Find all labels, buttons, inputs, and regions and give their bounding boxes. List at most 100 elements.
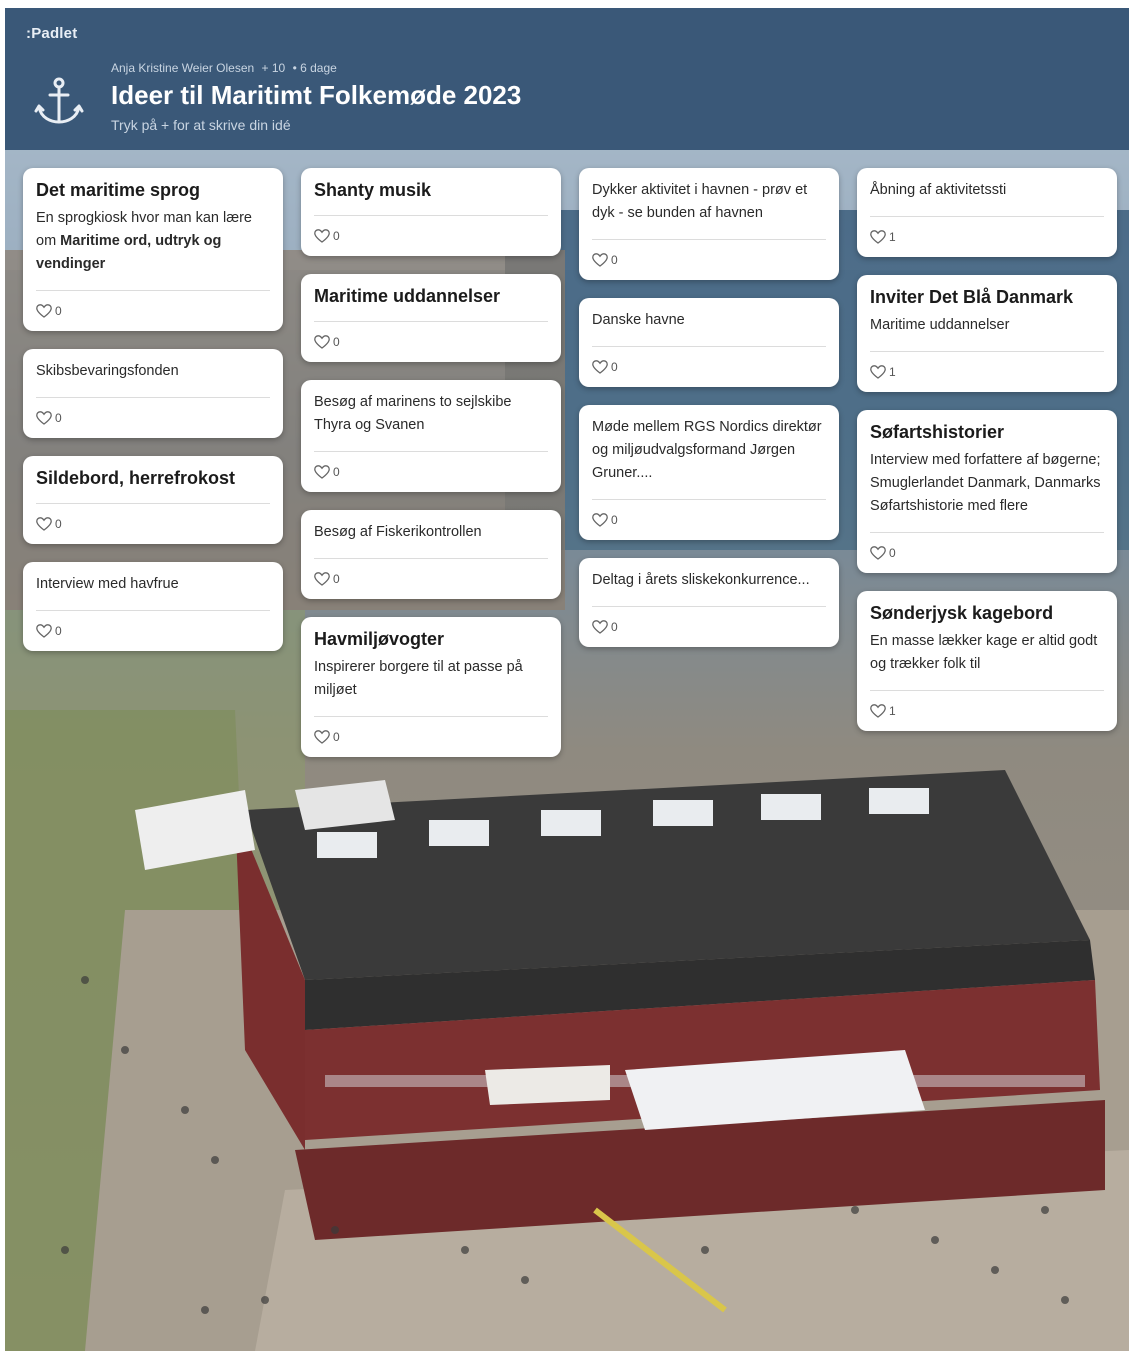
column-1: Det maritime sprog En sprogkiosk hvor man… (23, 168, 283, 669)
post-card[interactable]: Danske havne 0 (579, 298, 839, 387)
heart-icon[interactable] (870, 230, 886, 244)
heart-icon[interactable] (314, 730, 330, 744)
post-card[interactable]: Det maritime sprog En sprogkiosk hvor man… (23, 168, 283, 331)
post-body-text: Danske havne (592, 312, 685, 328)
post-body: Inspirerer borgere til at passe på miljø… (314, 656, 548, 702)
post-title: Havmiljøvogter (314, 629, 445, 649)
heart-icon[interactable] (314, 465, 330, 479)
post-body: Interview med havfrue (36, 573, 270, 596)
post-card[interactable]: Dykker aktivitet i havnen - prøv et dyk … (579, 168, 839, 280)
post-card[interactable]: Sildebord, herrefrokost 0 (23, 456, 283, 544)
like-count: 0 (55, 304, 62, 318)
heart-icon[interactable] (592, 360, 608, 374)
anchor-icon (34, 77, 84, 124)
like-count: 0 (333, 730, 340, 744)
like-count: 0 (611, 513, 618, 527)
post-footer: 0 (870, 532, 1104, 573)
post-title: Maritime uddannelser (314, 286, 501, 306)
padlet-logo[interactable]: :Padlet (26, 25, 77, 42)
post-body-text: Åbning af aktivitetssti (870, 182, 1007, 198)
like-count: 0 (55, 517, 62, 531)
heart-icon[interactable] (314, 572, 330, 586)
like-count: 0 (333, 465, 340, 479)
post-body: Deltag i årets sliskekonkurrence... (592, 569, 826, 592)
heart-icon[interactable] (36, 624, 52, 638)
post-body: Besøg af Fiskerikontrollen (314, 521, 548, 544)
post-footer: 1 (870, 216, 1104, 257)
post-footer: 0 (592, 346, 826, 387)
post-card[interactable]: Besøg af Fiskerikontrollen 0 (301, 510, 561, 599)
post-body-text: Deltag i årets sliskekonkurrence... (592, 572, 810, 588)
heart-icon[interactable] (592, 620, 608, 634)
like-count: 0 (333, 335, 340, 349)
post-footer: 1 (870, 690, 1104, 731)
author-name[interactable]: Anja Kristine Weier Olesen (111, 61, 254, 75)
heart-icon[interactable] (592, 253, 608, 267)
post-card[interactable]: Inviter Det Blå Danmark Maritime uddannel… (857, 275, 1117, 392)
like-count: 0 (55, 624, 62, 638)
like-count: 1 (889, 230, 896, 244)
post-card[interactable]: Søfartshistorier Interview med forfattere… (857, 410, 1117, 573)
post-footer: 0 (592, 606, 826, 647)
heart-icon[interactable] (870, 365, 886, 379)
post-title: Sønderjysk kagebord (870, 603, 1054, 623)
post-body-text: Maritime uddannelser (870, 317, 1010, 333)
post-footer: 1 (870, 351, 1104, 392)
post-footer: 0 (36, 610, 270, 651)
post-footer: 0 (36, 503, 270, 544)
heart-icon[interactable] (314, 335, 330, 349)
board-title: Ideer til Maritimt Folkemøde 2023 (111, 80, 522, 110)
contributor-count[interactable]: + 10 (262, 61, 286, 75)
board-header: :Padlet Anja Kristine Weier Olesen + 10 … (5, 8, 1129, 150)
like-count: 0 (889, 546, 896, 560)
post-card[interactable]: Shanty musik 0 (301, 168, 561, 256)
post-card[interactable]: Skibsbevaringsfonden 0 (23, 349, 283, 438)
board-subtitle: Tryk på + for at skrive din idé (111, 117, 291, 133)
padlet-frame: :Padlet Anja Kristine Weier Olesen + 10 … (5, 8, 1129, 1351)
heart-icon[interactable] (36, 517, 52, 531)
post-body: Åbning af aktivitetssti (870, 179, 1104, 202)
post-card[interactable]: Møde mellem RGS Nordics direktør og milj… (579, 405, 839, 540)
heart-icon[interactable] (870, 704, 886, 718)
board-meta: Anja Kristine Weier Olesen + 10 • 6 dage (111, 61, 341, 75)
like-count: 0 (333, 572, 340, 586)
post-footer: 0 (592, 239, 826, 280)
column-4: Åbning af aktivitetssti 1 Inviter Det Blå … (857, 168, 1117, 749)
post-card[interactable]: Sønderjysk kagebord En masse lækker kage … (857, 591, 1117, 731)
post-title: Inviter Det Blå Danmark (870, 287, 1074, 307)
like-count: 0 (611, 360, 618, 374)
post-body: Møde mellem RGS Nordics direktør og milj… (592, 416, 826, 485)
post-body-text: Interview med havfrue (36, 576, 179, 592)
post-card[interactable]: Maritime uddannelser 0 (301, 274, 561, 362)
like-count: 0 (611, 253, 618, 267)
post-footer: 0 (36, 290, 270, 331)
post-body: Danske havne (592, 309, 826, 332)
post-body: Dykker aktivitet i havnen - prøv et dyk … (592, 179, 826, 225)
post-card[interactable]: Besøg af marinens to sejlskibe Thyra og … (301, 380, 561, 492)
post-footer: 0 (314, 215, 548, 256)
post-card[interactable]: Deltag i årets sliskekonkurrence... 0 (579, 558, 839, 647)
post-body-text: Dykker aktivitet i havnen - prøv et dyk … (592, 182, 808, 221)
post-card[interactable]: Havmiljøvogter Inspirerer borgere til at … (301, 617, 561, 757)
post-card[interactable]: Interview med havfrue 0 (23, 562, 283, 651)
post-body: En masse lækker kage er altid godt og tr… (870, 630, 1104, 676)
post-footer: 0 (314, 558, 548, 599)
heart-icon[interactable] (36, 411, 52, 425)
post-footer: 0 (314, 451, 548, 492)
post-body-text: Besøg af Fiskerikontrollen (314, 524, 482, 540)
heart-icon[interactable] (36, 304, 52, 318)
post-card[interactable]: Åbning af aktivitetssti 1 (857, 168, 1117, 257)
post-body: En sprogkiosk hvor man kan lære om Marit… (36, 207, 270, 276)
post-body-text: Inspirerer borgere til at passe på miljø… (314, 659, 523, 698)
post-footer: 0 (592, 499, 826, 540)
heart-icon[interactable] (314, 229, 330, 243)
post-title: Det maritime sprog (36, 180, 201, 200)
board-age: • 6 dage (292, 61, 337, 75)
post-body-text: Møde mellem RGS Nordics direktør og milj… (592, 419, 822, 481)
post-footer: 0 (314, 716, 548, 757)
post-body-text: Besøg af marinens to sejlskibe Thyra og … (314, 394, 512, 433)
heart-icon[interactable] (870, 546, 886, 560)
post-body: Besøg af marinens to sejlskibe Thyra og … (314, 391, 548, 437)
heart-icon[interactable] (592, 513, 608, 527)
post-body-text: Skibsbevaringsfonden (36, 363, 179, 379)
